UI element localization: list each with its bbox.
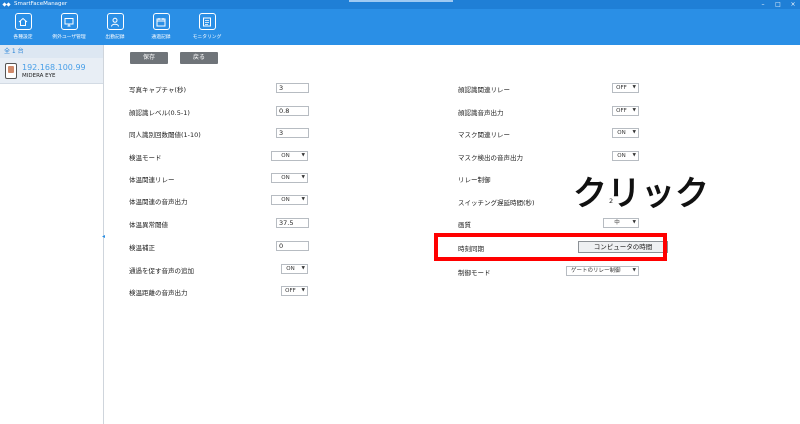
temperature-voice-select[interactable]: ON ▼ [271,195,308,205]
chevron-down-icon: ▼ [301,266,305,271]
setting-label: 体温異常閾値 [129,221,168,229]
toolbar-item-label: 出勤記録 [105,35,125,40]
distance-voice-select[interactable]: OFF ▼ [281,286,308,296]
image-quality-select[interactable]: 中 ▼ [603,218,639,228]
monitor-icon [60,13,78,30]
close-button[interactable]: × [790,0,796,9]
device-ip: 192.168.100.99 [22,62,86,72]
toolbar-item-exception-users[interactable]: 例外ユーザ管理 [46,9,92,45]
setting-label: 顔認識音声出力 [458,109,504,117]
back-button[interactable]: 戻る [180,52,218,64]
temperature-mode-select[interactable]: ON ▼ [271,151,308,161]
app-logo-icon [2,1,11,8]
chevron-down-icon: ▼ [632,220,636,225]
photo-capture-input[interactable]: 3 [276,83,309,93]
toolbar-item-label: 例外ユーザ管理 [52,35,86,40]
home-icon [14,13,32,30]
face-voice-select[interactable]: OFF ▼ [612,106,639,116]
main-toolbar: 各種設定 例外ユーザ管理 出勤記録 通過記録 モニタリング [0,9,800,45]
save-button[interactable]: 保存 [130,52,168,64]
setting-label: 同人識別回数閾値(1-10) [129,131,201,139]
chevron-down-icon: ▼ [301,153,305,158]
setting-label: 制御モード [458,269,491,277]
restore-button[interactable]: □ [775,0,781,9]
device-sidebar: 全 1 台 192.168.100.99 MIDERA EYE [0,45,104,424]
list-icon [198,13,216,30]
setting-label: リレー制御 [458,176,491,184]
chevron-down-icon: ▼ [632,130,636,135]
chevron-down-icon: ▼ [632,268,636,273]
toolbar-item-settings[interactable]: 各種設定 [0,9,46,45]
mask-relay-select[interactable]: ON ▼ [612,128,639,138]
toolbar-item-monitoring[interactable]: モニタリング [184,9,230,45]
setting-label: マスク関連リレー [458,131,510,139]
setting-label: スイッチング遅延時間(秒) [458,199,535,207]
toolbar-item-attendance[interactable]: 出勤記録 [92,9,138,45]
temperature-relay-select[interactable]: ON ▼ [271,173,308,183]
setting-label: 検温モード [129,154,162,162]
chevron-down-icon: ▼ [632,153,636,158]
setting-label: 画質 [458,221,471,229]
setting-label: 顔認識レベル(0.5-1) [129,109,190,117]
chevron-down-icon: ▼ [632,108,636,113]
control-mode-select[interactable]: ゲートのリレー制御 ▼ [566,266,639,276]
setting-label: 検温距離の音声出力 [129,289,188,297]
calendar-icon [152,13,170,30]
device-terminal-icon [5,62,17,79]
chevron-down-icon: ▼ [301,175,305,180]
highlight-box [434,233,667,261]
setting-label: 写真キャプチャ(秒) [129,86,187,94]
setting-label: 通過を促す音声の追加 [129,267,194,275]
window-controls: – □ × [760,0,796,9]
setting-label: 体温関連リレー [129,176,175,184]
setting-label: マスク検出の音声出力 [458,154,523,162]
chevron-down-icon: ▼ [301,197,305,202]
setting-label: 検温補正 [129,244,155,252]
face-relay-select[interactable]: OFF ▼ [612,83,639,93]
minimize-button[interactable]: – [760,0,766,9]
toolbar-item-pass-records[interactable]: 通過記録 [138,9,184,45]
toolbar-item-label: 通過記録 [151,35,171,40]
setting-label: 体温関連の音声出力 [129,198,188,206]
chevron-down-icon: ▼ [301,288,305,293]
app-title: SmartFaceManager [14,1,68,7]
device-name: MIDERA EYE [22,72,56,79]
pass-voice-select[interactable]: ON ▼ [281,264,308,274]
temperature-threshold-input[interactable]: 37.5 [276,218,309,228]
toolbar-item-label: モニタリング [192,35,222,40]
click-callout: クリック [573,174,709,214]
identification-count-input[interactable]: 3 [276,128,309,138]
mask-voice-select[interactable]: ON ▼ [612,151,639,161]
temperature-correction-input[interactable]: 0 [276,241,309,251]
face-recognition-level-input[interactable]: 0.8 [276,106,309,116]
toolbar-item-label: 各種設定 [13,35,33,40]
chevron-down-icon: ▼ [632,85,636,90]
title-bar: SmartFaceManager – □ × [0,0,800,9]
device-count: 全 1 台 [0,45,103,58]
sidebar-collapse-icon[interactable]: ◂ [102,234,106,240]
device-list-item[interactable]: 192.168.100.99 MIDERA EYE [0,58,103,84]
person-icon [106,13,124,30]
title-drag-indicator [349,0,453,2]
setting-label: 顔認識関連リレー [458,86,510,94]
